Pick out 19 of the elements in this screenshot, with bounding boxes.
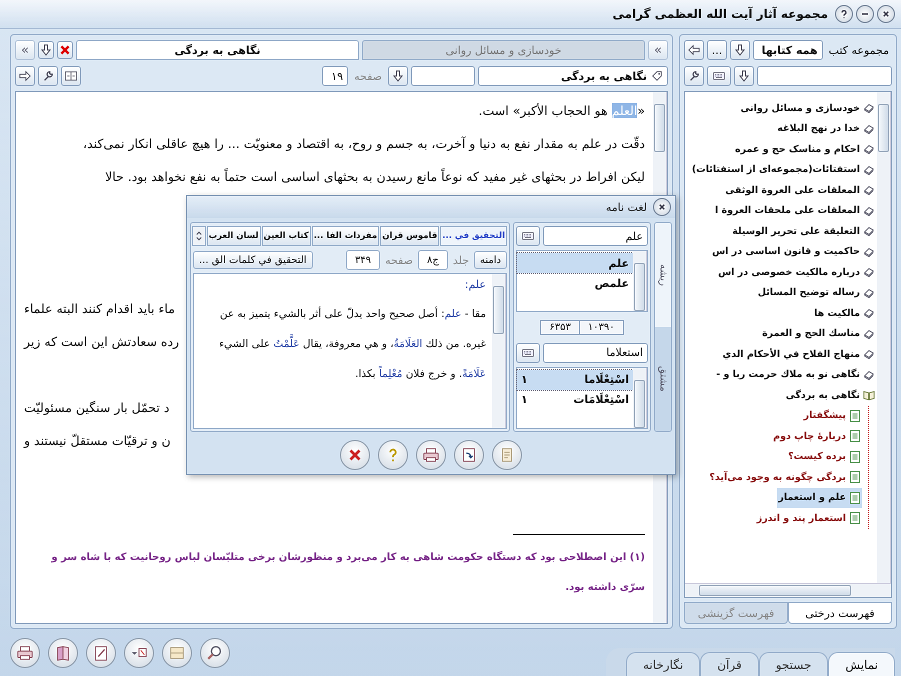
text-line: لیکن افراط در بحثهای غیر مفید که نوعاً مانع رسیدن به بحثهای اساسی است حتماً به نفع نخواهد بود. حالا <box>105 169 645 184</box>
text-line: رده سعادتش این است که زیر <box>24 334 180 349</box>
page-label: صفحه <box>353 70 383 82</box>
total-count: ۶۳۵۳ <box>540 320 579 334</box>
text-line: د تحمّل بار سنگین مسئولیّت <box>24 400 170 415</box>
text-line: ماء باید اقدام کنند البته علماء <box>24 301 175 316</box>
text-line: ن و ترقیّات مستقلّ نیستند و <box>24 433 171 448</box>
window-title: مجموعه آثار آیت الله العظمی گرامی <box>612 7 828 21</box>
footnote: (۱) این اصطلاحی بود که دستگاه حکومت شاهی به کار می‌برد و منظورشان برخی متلبّسان لباس روحانیت که با شاه سر و سرّی داشته بود. <box>50 550 645 595</box>
book-title: نگاهی به بردگی <box>560 70 647 82</box>
text-line: « العلم هو الحجاب الأكبر» است. <box>478 103 645 118</box>
collection-label: مجموعه کتب <box>828 44 890 56</box>
page-label: صفحه <box>384 254 414 266</box>
dictionary-entry: مقا - علم: أصل صحيح واحد يدلّ على أثر بالشيء يتميز به عن غيره. من ذلك العَلَامَةُ، و هي معروفة، يقال عَلَّمْتُ على الشيء عَلَامَةً. و خرج فلان مُعْلِماً بكذا. <box>218 306 486 382</box>
current-count: ۱۰۳۹۰ <box>578 320 624 334</box>
volume-label: جلد <box>452 254 470 266</box>
dialog-title: لغت نامه <box>606 200 647 214</box>
entry-heading: علم: <box>464 278 486 291</box>
text-line: دقّت در علم به مقدار نفع به دنیا و آخرت، به جسم و روح، به اقتصاد و معنویّت ... را هیچ عاقلی انکار نمی‌کند، <box>83 136 645 151</box>
